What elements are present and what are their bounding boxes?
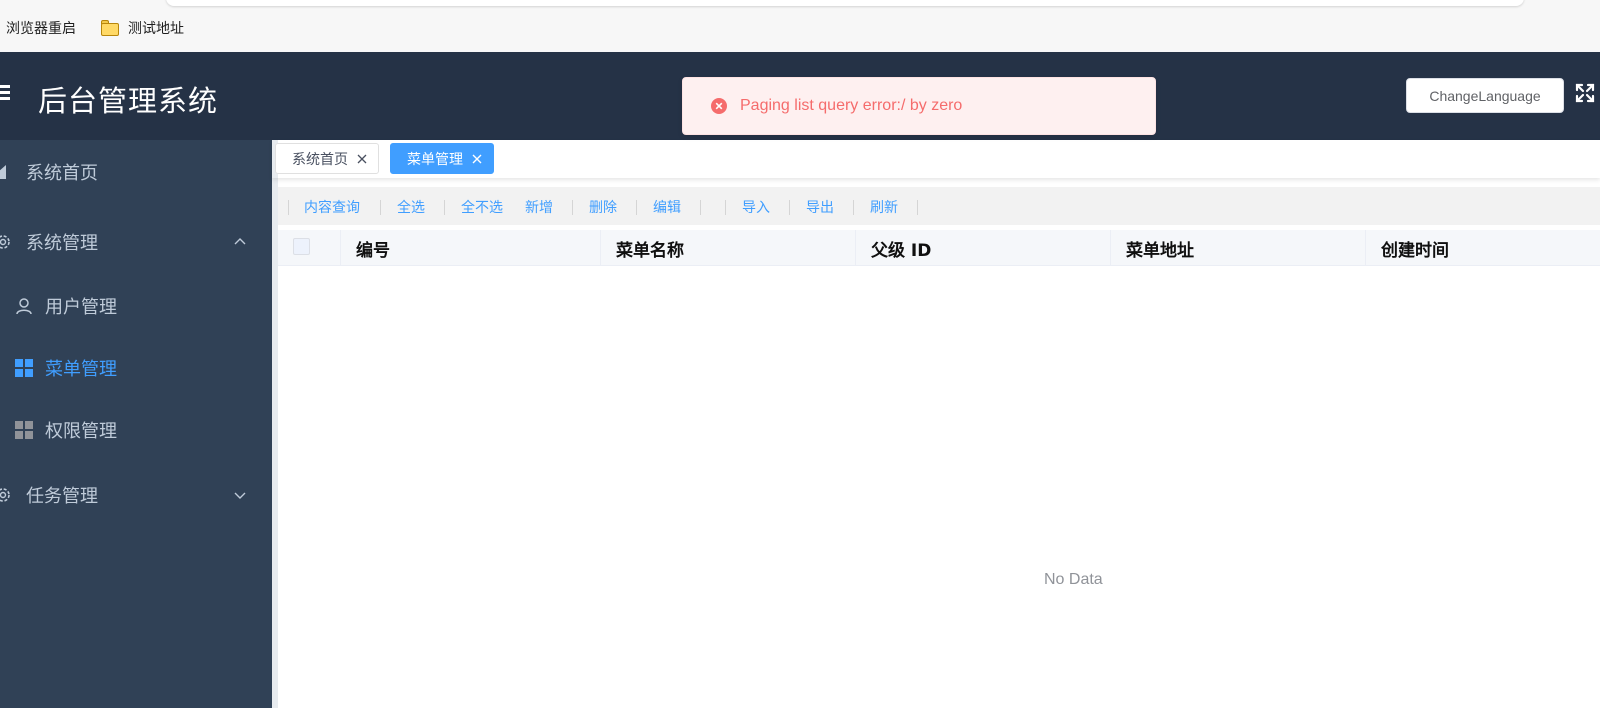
bookmark-label: 浏览器重启 <box>6 21 76 37</box>
fullscreen-icon[interactable] <box>1574 82 1596 104</box>
toolbar-divider <box>789 200 790 215</box>
folder-icon <box>100 20 120 36</box>
sidebar-item-label: 菜单管理 <box>45 359 117 380</box>
column-header-created-time[interactable]: 创建时间 <box>1381 236 1449 261</box>
chevron-down-icon <box>234 492 246 499</box>
import-button[interactable]: 导入 <box>742 197 770 217</box>
change-language-button[interactable]: ChangeLanguage <box>1406 78 1564 113</box>
address-bar-edge <box>166 0 1524 6</box>
grid-icon <box>15 359 33 377</box>
bookmark-label: 测试地址 <box>128 21 184 37</box>
toolbar-divider <box>636 200 637 215</box>
sidebar-item-task-management[interactable]: 任务管理 <box>0 467 272 523</box>
column-header-parent-id[interactable]: 父级 ID <box>871 236 931 261</box>
select-all-button[interactable]: 全选 <box>397 197 425 217</box>
gear-icon <box>0 488 10 502</box>
export-button[interactable]: 导出 <box>806 197 834 217</box>
sidebar-item-permission-management[interactable]: 权限管理 <box>0 402 272 458</box>
toolbar-divider <box>700 200 701 215</box>
column-divider <box>1110 230 1111 266</box>
close-icon[interactable] <box>356 153 368 165</box>
error-toast: Paging list query error:/ by zero <box>682 77 1156 135</box>
app-title: 后台管理系统 <box>38 84 219 118</box>
toolbar-divider <box>288 200 289 215</box>
deselect-all-button[interactable]: 全不选 <box>461 197 503 217</box>
chevron-up-icon <box>234 238 246 245</box>
toolbar-divider <box>853 200 854 215</box>
sidebar-item-menu-management[interactable]: 菜单管理 <box>0 340 272 396</box>
sidebar-item-label: 用户管理 <box>45 297 117 318</box>
toolbar-divider <box>725 200 726 215</box>
sidebar-item-label: 系统首页 <box>26 163 98 184</box>
tab-label: 系统首页 <box>292 151 348 168</box>
sidebar-item-system-home[interactable]: 系统首页 <box>0 144 272 200</box>
user-icon <box>16 298 32 315</box>
query-button[interactable]: 内容查询 <box>304 197 360 217</box>
toolbar-divider <box>572 200 573 215</box>
sidebar-item-label: 任务管理 <box>26 486 98 507</box>
sidebar-item-user-management[interactable]: 用户管理 <box>0 278 272 334</box>
sidebar-item-system-management[interactable]: 系统管理 <box>0 214 272 270</box>
column-header-menu-name[interactable]: 菜单名称 <box>616 236 684 261</box>
add-button[interactable]: 新增 <box>525 197 553 217</box>
tab-system-home[interactable]: 系统首页 <box>275 143 379 174</box>
main-content <box>272 140 1600 708</box>
select-all-checkbox[interactable] <box>293 238 310 255</box>
bookmark-folder-test-address[interactable]: 测试地址 <box>100 18 184 38</box>
home-icon <box>0 165 6 179</box>
edit-button[interactable]: 编辑 <box>653 197 681 217</box>
toolbar-divider <box>444 200 445 215</box>
gear-icon <box>0 235 10 249</box>
column-divider <box>340 230 341 266</box>
hamburger-icon[interactable] <box>0 85 10 101</box>
tab-label: 菜单管理 <box>407 151 463 168</box>
column-divider <box>855 230 856 266</box>
error-circle-icon <box>711 98 727 114</box>
tab-menu-management[interactable]: 菜单管理 <box>390 143 494 174</box>
column-header-id[interactable]: 编号 <box>356 236 390 261</box>
sidebar-item-label: 系统管理 <box>26 233 98 254</box>
bookmark-browser-restart[interactable]: 浏览器重启 <box>6 18 76 38</box>
refresh-button[interactable]: 刷新 <box>870 197 898 217</box>
toast-message: Paging list query error:/ by zero <box>740 97 963 114</box>
grid-icon <box>15 421 33 439</box>
sidebar: 系统首页 系统管理 用户管理 菜单管理 权限管理 任务管理 <box>0 140 272 708</box>
delete-button[interactable]: 删除 <box>589 197 617 217</box>
close-icon[interactable] <box>471 153 483 165</box>
column-divider <box>600 230 601 266</box>
column-divider <box>1365 230 1366 266</box>
sidebar-item-label: 权限管理 <box>45 421 117 442</box>
toolbar-divider <box>380 200 381 215</box>
column-header-menu-url[interactable]: 菜单地址 <box>1126 236 1194 261</box>
bookmarks-bar: 浏览器重启 测试地址 <box>0 0 1600 52</box>
toolbar-divider <box>917 200 918 215</box>
empty-table-text: No Data <box>1044 571 1103 588</box>
